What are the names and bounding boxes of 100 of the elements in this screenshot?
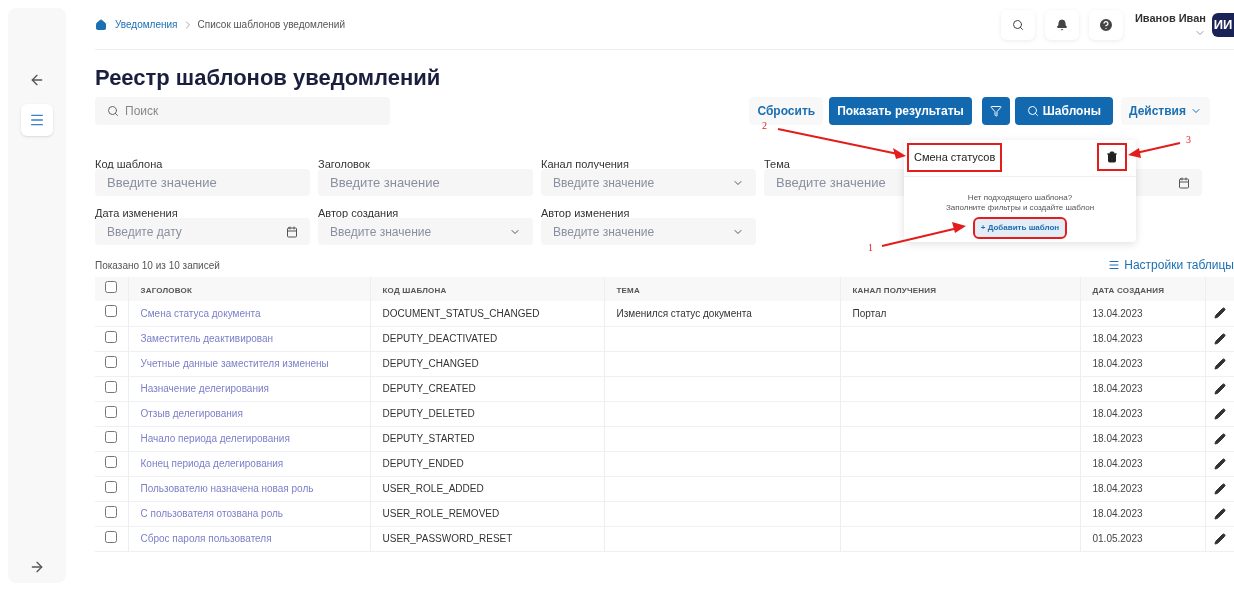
search-button[interactable] (1000, 9, 1035, 40)
user-name[interactable]: Иванов Иван (1134, 10, 1206, 27)
actions-button[interactable]: Действия (1120, 97, 1210, 125)
template-title-link[interactable]: Конец периода делегирования (140, 458, 284, 469)
table-cell: 18.04.2023 (1092, 458, 1143, 469)
delete-button[interactable] (1099, 145, 1125, 170)
table-cell: 18.04.2023 (1092, 508, 1143, 519)
filter-label: Канал получения (541, 158, 629, 170)
table-cell: DOCUMENT_STATUS_CHANGED (382, 307, 540, 319)
filter-label: Заголовок (318, 158, 370, 170)
row-checkbox[interactable] (105, 480, 118, 493)
annotation-arrow (1128, 142, 1181, 158)
table-cell: DEPUTY_DEACTIVATED (382, 333, 498, 344)
home-icon[interactable] (95, 18, 107, 31)
input-field[interactable]: Введите значение (318, 169, 533, 196)
notifications-button[interactable] (1044, 9, 1079, 40)
row-checkbox[interactable] (105, 355, 118, 368)
table-cell: USER_ROLE_REMOVED (382, 508, 500, 519)
filter-label: Код шаблона (95, 158, 163, 170)
add-template-button[interactable]: + Добавить шаблон (974, 218, 1066, 237)
row-checkbox[interactable] (105, 530, 118, 543)
breadcrumb-current: Список шаблонов уведомлений (197, 18, 346, 32)
search-icon (107, 105, 119, 117)
table-cell: 13.04.2023 (1092, 307, 1143, 319)
column-header: КАНАЛ ПОЛУЧЕНИЯ (852, 285, 937, 295)
table-cell: DEPUTY_DELETED (382, 408, 475, 419)
select-all-checkbox[interactable] (105, 281, 118, 293)
records-info: Показано 10 из 10 записей (95, 258, 220, 273)
date-field[interactable]: Введите дату (95, 218, 310, 245)
expand-icon[interactable] (29, 559, 45, 575)
annotation-number: 3 (1186, 133, 1191, 147)
template-title-link[interactable]: Учетные данные заместителя изменены (140, 358, 329, 369)
trash-icon (1106, 151, 1118, 164)
table-cell: 18.04.2023 (1092, 483, 1143, 494)
template-title-link[interactable]: Отзыв делегирования (140, 408, 243, 419)
search-field[interactable]: Поиск (95, 97, 390, 125)
template-title-link[interactable]: Смена статуса документа (140, 307, 261, 319)
table-cell: Изменился статус документа (616, 307, 752, 319)
table-cell: 01.05.2023 (1092, 533, 1143, 544)
column-header: КОД ШАБЛОНА (382, 285, 447, 295)
row-checkbox[interactable] (105, 505, 118, 518)
template-title-link[interactable]: С пользователя отозвана роль (140, 508, 284, 519)
select-field[interactable]: Введите значение (541, 169, 756, 196)
page-title: Реестр шаблонов уведомлений (95, 65, 442, 91)
table-cell: DEPUTY_CREATED (382, 383, 476, 394)
edit-icon[interactable] (1213, 482, 1226, 495)
edit-icon[interactable] (1213, 432, 1226, 445)
table-cell: 18.04.2023 (1092, 383, 1143, 394)
edit-icon[interactable] (1213, 382, 1226, 395)
template-title-link[interactable]: Назначение делегирования (140, 383, 269, 394)
row-checkbox[interactable] (105, 305, 118, 318)
column-header: ТЕМА (616, 285, 640, 295)
row-checkbox[interactable] (105, 330, 118, 343)
table-cell: 18.04.2023 (1092, 358, 1143, 369)
row-checkbox[interactable] (105, 455, 118, 468)
table-cell: USER_ROLE_ADDED (382, 483, 484, 494)
bell-icon (1055, 18, 1068, 31)
edit-icon[interactable] (1213, 507, 1226, 520)
filter-label: Автор изменения (541, 207, 630, 219)
table-cell: 18.04.2023 (1092, 433, 1143, 444)
table-cell: DEPUTY_ENDED (382, 458, 464, 469)
table-cell: 18.04.2023 (1092, 333, 1143, 344)
menu-icon (29, 112, 45, 128)
select-field[interactable]: Введите значение (541, 218, 756, 245)
table-cell: USER_PASSWORD_RESET (382, 533, 513, 544)
template-name-item[interactable]: Смена статусов (909, 145, 1001, 170)
breadcrumb-link[interactable]: Уведомления (115, 17, 178, 32)
table-cell: 18.04.2023 (1092, 408, 1143, 419)
templates-button[interactable]: Шаблоны (1014, 97, 1113, 125)
template-title-link[interactable]: Сброс пароля пользователя (140, 533, 272, 544)
help-button[interactable] (1088, 9, 1123, 40)
table-settings-button[interactable]: Настройки таблицы (1108, 256, 1234, 274)
collapse-icon[interactable] (29, 72, 45, 88)
template-title-link[interactable]: Заместитель деактивирован (140, 333, 274, 344)
menu-button[interactable] (21, 104, 53, 136)
select-field[interactable]: Введите значение (318, 218, 533, 245)
input-field[interactable]: Введите значение (95, 169, 310, 196)
row-checkbox[interactable] (105, 405, 118, 418)
edit-icon[interactable] (1213, 332, 1226, 345)
help-icon (1097, 16, 1114, 33)
show-results-button[interactable]: Показать результаты (829, 97, 972, 125)
edit-icon[interactable] (1213, 407, 1226, 420)
edit-icon[interactable] (1213, 457, 1226, 470)
row-checkbox[interactable] (105, 380, 118, 393)
template-title-link[interactable]: Начало периода делегирования (140, 433, 290, 444)
column-header: ЗАГОЛОВОК (140, 285, 193, 295)
edit-icon[interactable] (1213, 532, 1226, 545)
template-title-link[interactable]: Пользователю назначена новая роль (140, 483, 314, 494)
menu-icon (1108, 259, 1121, 271)
search-icon (1026, 105, 1039, 117)
search-icon (1011, 18, 1024, 31)
annotation-number: 1 (868, 241, 873, 255)
filter-label: Дата изменения (95, 207, 178, 219)
edit-icon[interactable] (1213, 357, 1226, 370)
edit-icon[interactable] (1213, 307, 1226, 320)
row-checkbox[interactable] (105, 430, 118, 443)
avatar[interactable]: ИИ (1212, 12, 1234, 37)
filter-icon (989, 105, 1002, 117)
filter-button[interactable] (981, 97, 1010, 125)
calendar-icon (286, 225, 298, 238)
